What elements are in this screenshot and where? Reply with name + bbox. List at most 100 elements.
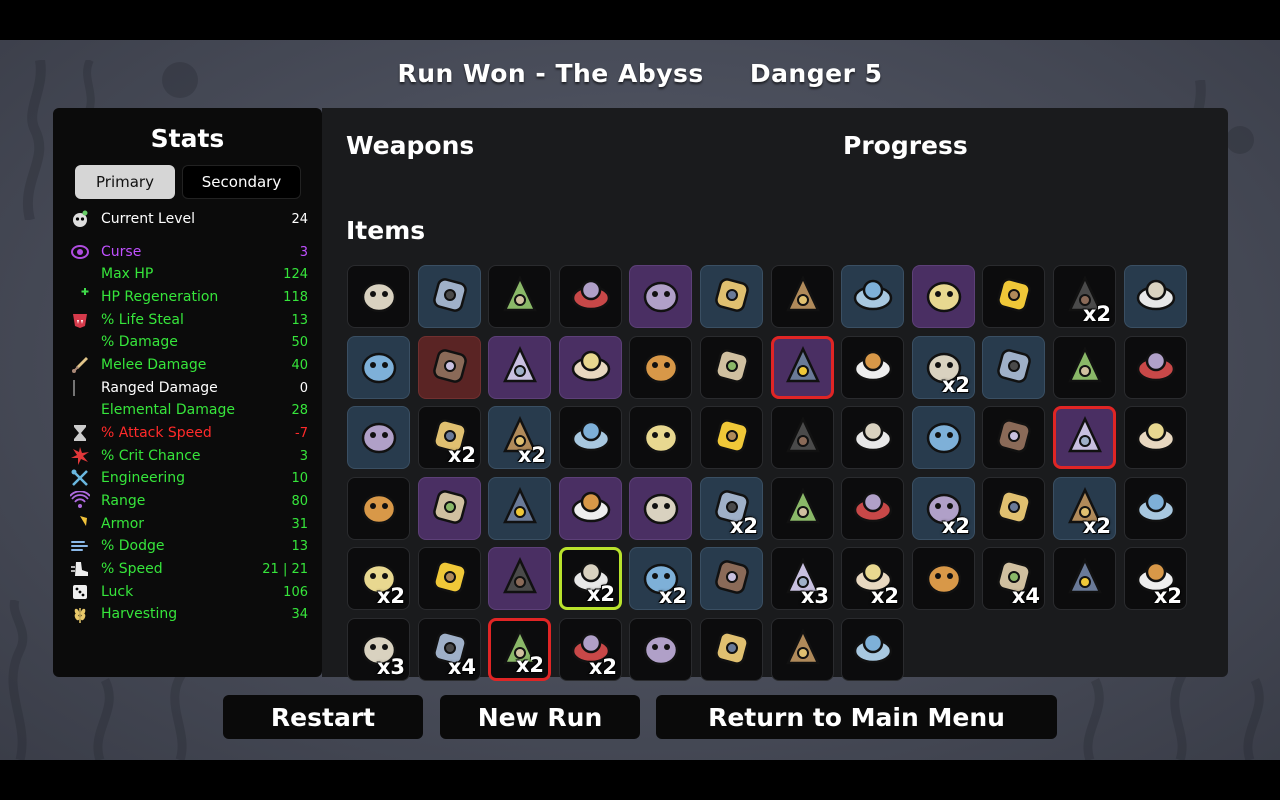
item-slot[interactable] — [347, 265, 410, 328]
item-slot[interactable] — [1124, 406, 1187, 469]
item-slot[interactable]: x2 — [488, 618, 551, 681]
stat-row[interactable]: % Life Steal 13 — [70, 309, 308, 331]
item-slot[interactable] — [418, 265, 481, 328]
item-slot[interactable] — [559, 265, 622, 328]
item-slot[interactable]: x4 — [418, 618, 481, 681]
stat-value: 80 — [291, 493, 308, 509]
item-slot[interactable]: x2 — [488, 406, 551, 469]
stat-row[interactable]: Ranged Damage 0 — [70, 377, 308, 399]
stat-row[interactable]: % Crit Chance 3 — [70, 445, 308, 467]
item-slot[interactable] — [629, 336, 692, 399]
item-slot[interactable] — [771, 618, 834, 681]
stat-row[interactable]: % Speed 21 | 21 — [70, 558, 308, 580]
item-slot[interactable] — [347, 336, 410, 399]
stat-value: -7 — [295, 425, 308, 441]
item-slot[interactable] — [488, 265, 551, 328]
item-slot[interactable] — [418, 336, 481, 399]
item-slot[interactable] — [488, 477, 551, 540]
stat-row[interactable]: HP Regeneration 118 — [70, 286, 308, 308]
restart-button[interactable]: Restart — [223, 695, 423, 739]
stat-row[interactable]: % Attack Speed -7 — [70, 422, 308, 444]
item-slot[interactable]: x2 — [912, 336, 975, 399]
item-slot[interactable] — [700, 406, 763, 469]
item-slot[interactable]: x2 — [347, 547, 410, 610]
item-slot[interactable] — [629, 477, 692, 540]
item-slot[interactable] — [771, 406, 834, 469]
stat-row[interactable]: Curse 3 — [70, 241, 308, 263]
letterbox-bottom — [0, 760, 1280, 800]
stat-row[interactable]: Max HP 124 — [70, 263, 308, 285]
item-slot[interactable] — [982, 336, 1045, 399]
item-slot[interactable] — [418, 477, 481, 540]
item-slot[interactable]: x2 — [1053, 265, 1116, 328]
item-slot[interactable] — [1124, 477, 1187, 540]
item-slot[interactable] — [982, 477, 1045, 540]
stat-row[interactable]: Range 80 — [70, 490, 308, 512]
stat-row[interactable]: % Dodge 13 — [70, 535, 308, 557]
item-slot[interactable] — [912, 406, 975, 469]
item-slot[interactable]: x2 — [418, 406, 481, 469]
item-slot[interactable] — [771, 477, 834, 540]
item-slot[interactable] — [982, 406, 1045, 469]
item-slot[interactable]: x2 — [629, 547, 692, 610]
item-slot[interactable] — [347, 477, 410, 540]
item-slot[interactable]: x2 — [559, 618, 622, 681]
item-slot[interactable] — [559, 336, 622, 399]
item-slot[interactable] — [771, 265, 834, 328]
item-slot[interactable] — [1124, 336, 1187, 399]
item-slot[interactable] — [771, 336, 834, 399]
new-run-button[interactable]: New Run — [440, 695, 640, 739]
item-slot[interactable] — [629, 265, 692, 328]
item-slot[interactable] — [488, 336, 551, 399]
item-slot[interactable] — [912, 547, 975, 610]
item-slot[interactable] — [700, 547, 763, 610]
item-slot[interactable]: x4 — [982, 547, 1045, 610]
stat-row[interactable]: Engineering 10 — [70, 467, 308, 489]
slug-icon — [709, 343, 755, 393]
stat-row[interactable]: Current Level 24 — [70, 208, 308, 230]
stat-value: 13 — [291, 538, 308, 554]
item-slot[interactable] — [347, 406, 410, 469]
item-slot[interactable] — [912, 265, 975, 328]
item-slot[interactable]: x2 — [912, 477, 975, 540]
return-to-main-menu-button[interactable]: Return to Main Menu — [656, 695, 1057, 739]
stat-row[interactable]: Harvesting 34 — [70, 603, 308, 625]
item-slot[interactable]: x2 — [559, 547, 622, 610]
item-slot[interactable] — [629, 618, 692, 681]
stat-value: 118 — [283, 289, 308, 305]
item-slot[interactable] — [1053, 336, 1116, 399]
item-slot[interactable] — [841, 336, 904, 399]
item-slot[interactable]: x2 — [1124, 547, 1187, 610]
item-slot[interactable]: x2 — [700, 477, 763, 540]
stat-row[interactable]: Armor 31 — [70, 513, 308, 535]
item-slot[interactable]: x3 — [771, 547, 834, 610]
butterfly-icon — [497, 484, 543, 534]
stat-row[interactable]: % Damage 50 — [70, 331, 308, 353]
jar-icon — [356, 343, 402, 393]
item-slot[interactable]: x3 — [347, 618, 410, 681]
stat-row[interactable]: Luck 106 — [70, 581, 308, 603]
stat-row[interactable]: Elemental Damage 28 — [70, 399, 308, 421]
item-slot[interactable] — [488, 547, 551, 610]
item-slot[interactable] — [700, 265, 763, 328]
item-slot[interactable] — [1124, 265, 1187, 328]
item-slot[interactable] — [700, 336, 763, 399]
item-slot[interactable] — [418, 547, 481, 610]
stat-row[interactable]: Melee Damage 40 — [70, 354, 308, 376]
item-slot[interactable] — [559, 406, 622, 469]
item-slot[interactable] — [629, 406, 692, 469]
item-slot[interactable] — [1053, 406, 1116, 469]
tab-primary[interactable]: Primary — [75, 165, 175, 199]
item-slot[interactable]: x2 — [841, 547, 904, 610]
item-slot[interactable] — [841, 618, 904, 681]
item-slot[interactable] — [559, 477, 622, 540]
item-slot[interactable] — [1053, 547, 1116, 610]
item-slot[interactable] — [700, 618, 763, 681]
item-slot[interactable] — [982, 265, 1045, 328]
tab-secondary[interactable]: Secondary — [182, 165, 301, 199]
noose-rope-icon — [1062, 413, 1108, 463]
item-slot[interactable]: x2 — [1053, 477, 1116, 540]
item-slot[interactable] — [841, 265, 904, 328]
item-slot[interactable] — [841, 406, 904, 469]
item-slot[interactable] — [841, 477, 904, 540]
